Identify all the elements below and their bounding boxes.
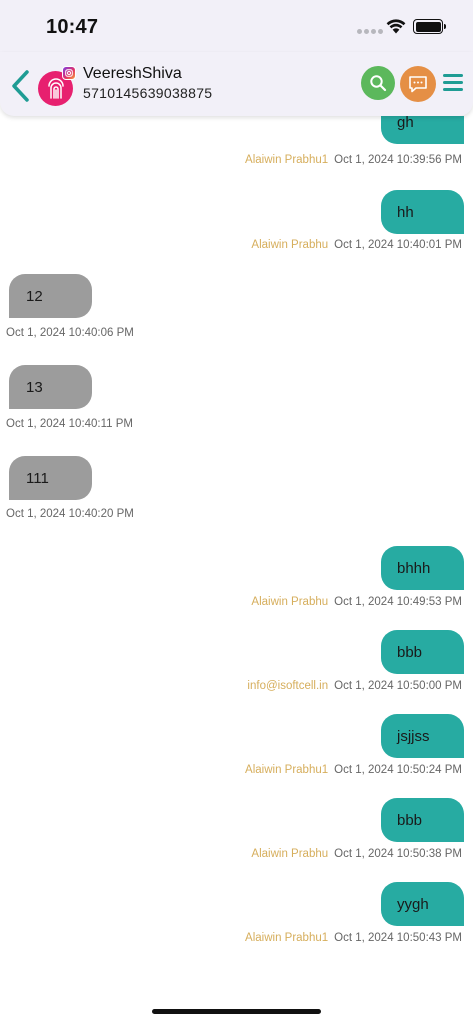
chevron-left-icon[interactable] bbox=[8, 68, 34, 104]
message-timestamp: Oct 1, 2024 10:40:01 PM bbox=[334, 239, 462, 251]
message-text: hh bbox=[397, 203, 414, 221]
message-text: bhhh bbox=[397, 559, 431, 577]
search-icon bbox=[370, 75, 387, 92]
outgoing-message-bubble[interactable]: hh bbox=[381, 190, 464, 234]
message-meta: Alaiwin Prabhu Oct 1, 2024 10:49:53 PM bbox=[251, 596, 462, 608]
status-bar: 10:47 bbox=[0, 0, 473, 52]
message-meta: Alaiwin Prabhu Oct 1, 2024 10:50:38 PM bbox=[251, 848, 462, 860]
message-timestamp: Oct 1, 2024 10:50:00 PM bbox=[334, 680, 462, 692]
incoming-message-bubble[interactable]: 13 bbox=[9, 365, 92, 409]
hamburger-menu-icon[interactable] bbox=[443, 74, 465, 92]
message-timestamp: Oct 1, 2024 10:50:38 PM bbox=[334, 848, 462, 860]
message-text: bbb bbox=[397, 643, 423, 661]
message-meta: info@isoftcell.in Oct 1, 2024 10:50:00 PM bbox=[247, 680, 462, 692]
message-meta: Alaiwin Prabhu1 Oct 1, 2024 10:50:43 PM bbox=[245, 932, 462, 944]
message-text: bbb bbox=[397, 811, 423, 829]
incoming-message-bubble[interactable]: 12 bbox=[9, 274, 92, 318]
outgoing-message-bubble[interactable]: jsjjss bbox=[381, 714, 464, 758]
message-text: 13 bbox=[26, 378, 43, 396]
message-sender: Alaiwin Prabhu bbox=[251, 239, 329, 251]
message-text: 12 bbox=[26, 287, 43, 305]
message-timestamp: Oct 1, 2024 10:40:06 PM bbox=[6, 327, 134, 339]
instagram-icon bbox=[62, 66, 76, 80]
contact-name[interactable]: VeereshShiva bbox=[83, 65, 182, 83]
home-indicator[interactable] bbox=[152, 1009, 321, 1014]
message-meta: Alaiwin Prabhu Oct 1, 2024 10:40:01 PM bbox=[251, 239, 462, 251]
message-timestamp: Oct 1, 2024 10:40:11 PM bbox=[6, 418, 134, 430]
message-meta: Alaiwin Prabhu1 Oct 1, 2024 10:50:24 PM bbox=[245, 764, 462, 776]
outgoing-message-bubble[interactable]: bbb bbox=[381, 798, 464, 842]
contact-number: 5710145639038875 bbox=[83, 85, 213, 101]
outgoing-message-bubble[interactable]: bhhh bbox=[381, 546, 464, 590]
search-button[interactable] bbox=[361, 66, 395, 100]
message-list[interactable]: gh Alaiwin Prabhu1 Oct 1, 2024 10:39:56 P… bbox=[0, 116, 473, 996]
message-sender: Alaiwin Prabhu1 bbox=[245, 154, 329, 166]
message-sender: Alaiwin Prabhu1 bbox=[245, 764, 329, 776]
message-timestamp: Oct 1, 2024 10:50:43 PM bbox=[334, 932, 462, 944]
chat-button[interactable] bbox=[400, 66, 436, 102]
incoming-message-bubble[interactable]: 111 bbox=[9, 456, 92, 500]
chat-screen: 10:47 VeereshShiva 5710145639038875 gh A… bbox=[0, 0, 473, 1024]
outgoing-message-bubble[interactable]: gh bbox=[381, 116, 464, 144]
message-text: jsjjss bbox=[397, 727, 430, 745]
cellular-signal-icon bbox=[357, 29, 383, 34]
fingerprint-icon bbox=[47, 77, 64, 99]
chat-header: VeereshShiva 5710145639038875 bbox=[0, 52, 473, 116]
message-sender: Alaiwin Prabhu bbox=[251, 596, 329, 608]
message-meta: Alaiwin Prabhu1 Oct 1, 2024 10:39:56 PM bbox=[245, 154, 462, 166]
message-timestamp: Oct 1, 2024 10:40:20 PM bbox=[6, 508, 134, 520]
message-timestamp: Oct 1, 2024 10:49:53 PM bbox=[334, 596, 462, 608]
message-text: gh bbox=[397, 116, 414, 131]
message-text: 111 bbox=[26, 469, 49, 487]
message-sender: Alaiwin Prabhu bbox=[251, 848, 329, 860]
battery-icon bbox=[413, 19, 446, 34]
status-time: 10:47 bbox=[46, 16, 99, 38]
message-timestamp: Oct 1, 2024 10:50:24 PM bbox=[334, 764, 462, 776]
message-timestamp: Oct 1, 2024 10:39:56 PM bbox=[334, 154, 462, 166]
message-sender: Alaiwin Prabhu1 bbox=[245, 932, 329, 944]
message-text: yygh bbox=[397, 895, 429, 913]
outgoing-message-bubble[interactable]: bbb bbox=[381, 630, 464, 674]
outgoing-message-bubble[interactable]: yygh bbox=[381, 882, 464, 926]
wifi-icon bbox=[386, 19, 406, 34]
chat-bubble-icon bbox=[409, 76, 427, 93]
message-sender: info@isoftcell.in bbox=[247, 680, 329, 692]
